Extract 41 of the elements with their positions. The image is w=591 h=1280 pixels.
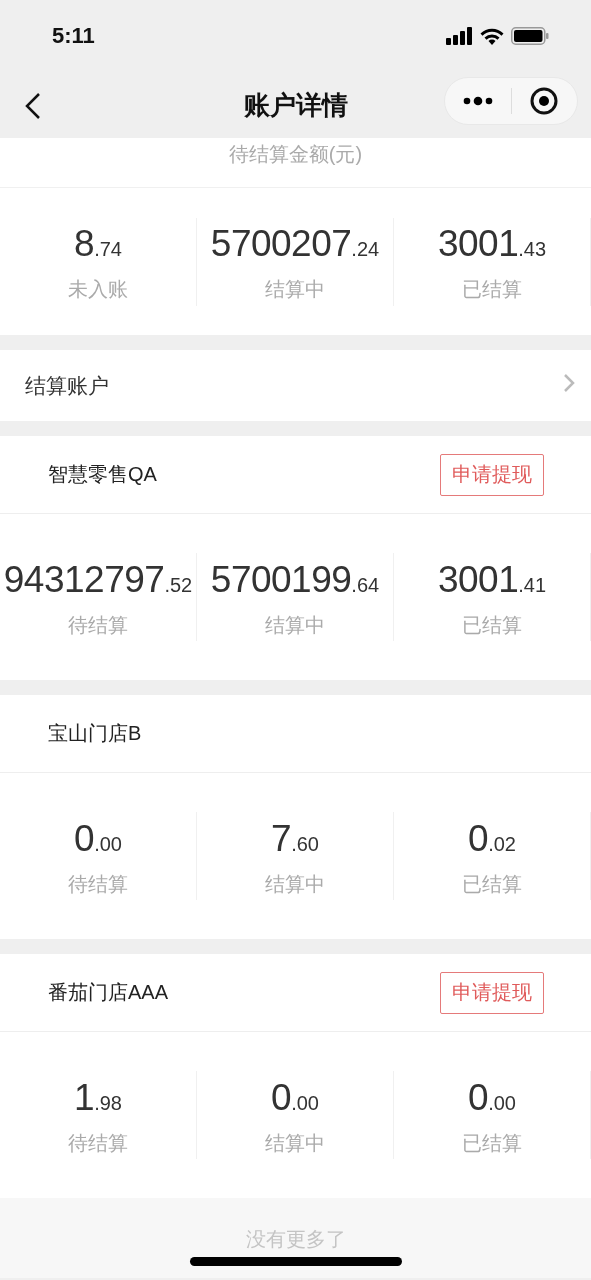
store-name: 智慧零售QA [48, 462, 157, 487]
amount: 5700199.64 [210, 557, 380, 602]
battery-icon [511, 27, 549, 45]
amount: 8.74 [74, 222, 122, 266]
back-icon[interactable] [24, 92, 42, 120]
amount: 1.98 [74, 1075, 122, 1120]
amount: 0.00 [271, 1075, 319, 1120]
settlement-account-label: 结算账户 [25, 372, 109, 399]
amount-label: 已结算 [462, 277, 522, 301]
amount-label: 未入账 [68, 277, 128, 301]
amount: 94312797.52 [3, 557, 193, 602]
amount-label: 待结算 [68, 1130, 128, 1155]
amount: 3001.41 [437, 557, 547, 602]
store-name: 番茄门店AAA [48, 980, 169, 1005]
amount-label: 结算中 [265, 277, 325, 301]
amount-label: 结算中 [265, 871, 325, 896]
withdraw-button[interactable]: 申请提现 [440, 453, 544, 496]
amount: 5700207.24 [210, 222, 380, 266]
amount-label: 已结算 [462, 871, 522, 896]
amount: 0.00 [74, 816, 122, 861]
amount: 0.00 [468, 1075, 516, 1120]
settlement-account-row[interactable]: 结算账户 [0, 350, 591, 421]
amount-label: 已结算 [462, 612, 522, 637]
signal-icon [446, 27, 473, 45]
wifi-icon [480, 27, 504, 45]
amount-label: 结算中 [265, 1130, 325, 1155]
amount-label: 待结算 [68, 612, 128, 637]
amount: 7.60 [271, 816, 319, 861]
page-title: 账户详情 [243, 88, 348, 122]
amount-label: 结算中 [265, 612, 325, 637]
amount-label: 已结算 [462, 1130, 522, 1155]
store-name: 宝山门店B [48, 721, 142, 746]
amount: 3001.43 [437, 222, 547, 266]
summary-title: 待结算金额(元) [228, 142, 363, 166]
amount-label: 待结算 [68, 871, 128, 896]
chevron-right-icon [563, 373, 575, 393]
status-time: 5:11 [52, 23, 95, 49]
amount: 0.02 [468, 816, 516, 861]
close-icon[interactable] [530, 87, 559, 115]
more-icon[interactable] [462, 96, 493, 106]
withdraw-button[interactable]: 申请提现 [440, 971, 544, 1014]
